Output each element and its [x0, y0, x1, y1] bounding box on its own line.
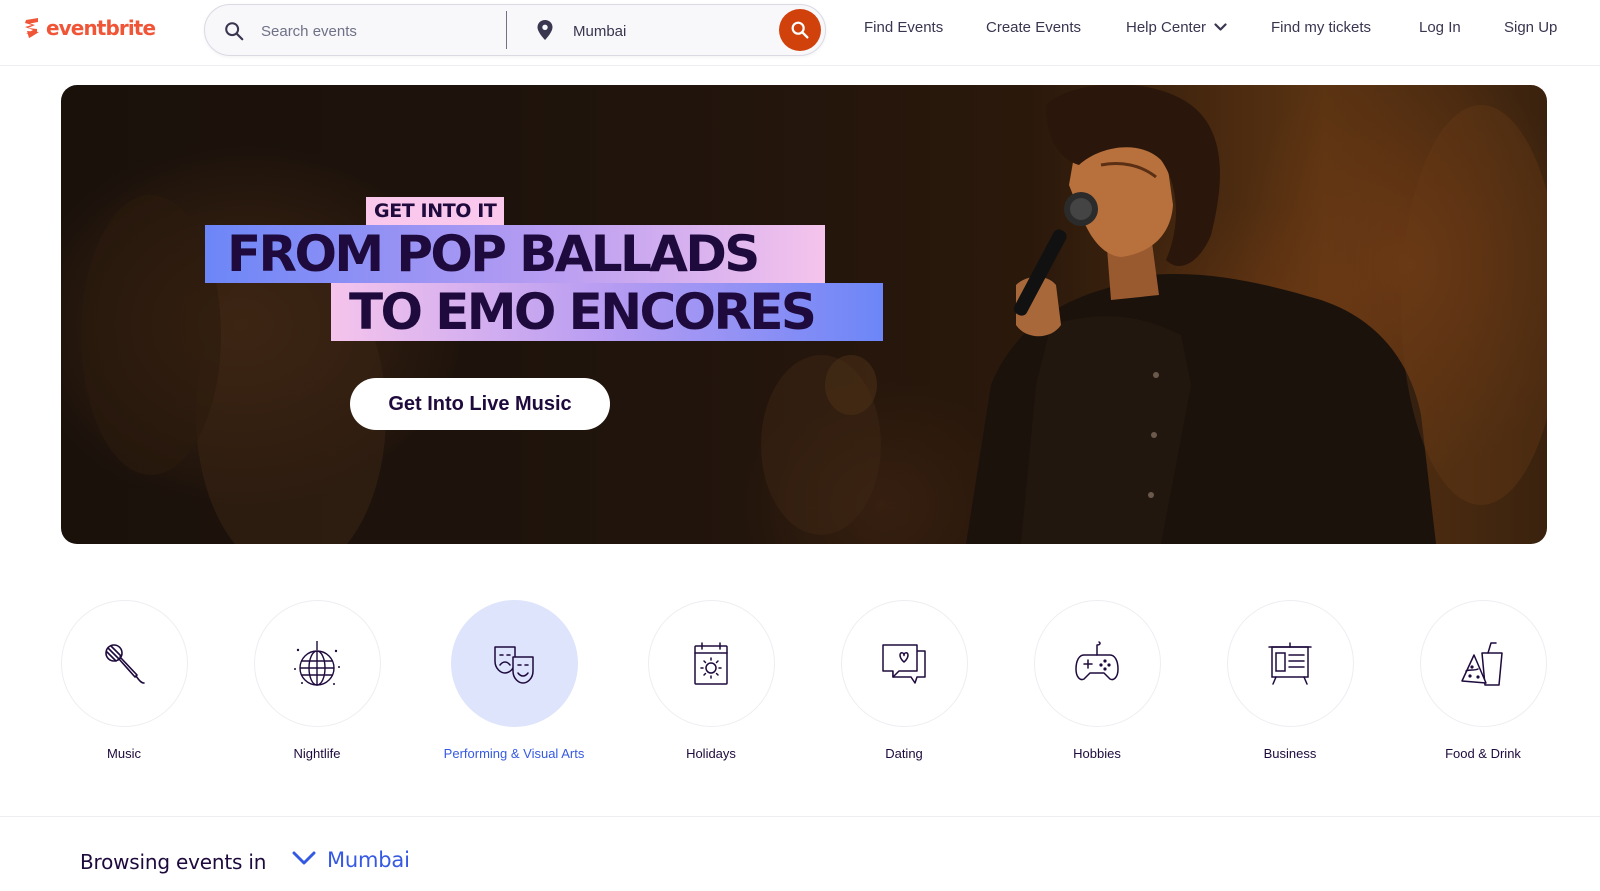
- category-label: Performing & Visual Arts: [443, 746, 585, 761]
- hero-headline-line-1: FROM POP BALLADS: [205, 225, 825, 283]
- category-circle: [1419, 600, 1547, 727]
- category-nightlife[interactable]: Nightlife: [232, 600, 402, 763]
- food-drink-icon: [1461, 641, 1503, 686]
- nav-help-center[interactable]: Help Center: [1126, 19, 1227, 36]
- site-header: eventbrite Find Events Create Events Hel…: [0, 0, 1600, 66]
- category-holidays[interactable]: Holidays: [626, 600, 796, 763]
- category-label: Holidays: [686, 746, 736, 761]
- nav-find-events[interactable]: Find Events: [864, 19, 943, 36]
- presentation-board-icon: [1268, 641, 1312, 685]
- logo-text: eventbrite: [46, 16, 156, 40]
- search-events-input[interactable]: [261, 19, 491, 43]
- theater-masks-icon: [494, 645, 534, 684]
- category-circle: [647, 600, 775, 727]
- chevron-down-icon: [1214, 23, 1227, 31]
- category-label: Nightlife: [293, 746, 341, 761]
- category-dating[interactable]: Dating: [819, 600, 989, 763]
- category-label: Dating: [885, 746, 923, 761]
- browsing-location-text: Mumbai: [327, 848, 410, 872]
- nav-find-my-tickets[interactable]: Find my tickets: [1271, 19, 1371, 36]
- location-pin-icon: [537, 20, 553, 40]
- category-label: Business: [1263, 746, 1317, 761]
- category-circle: [60, 600, 188, 727]
- category-label: Food & Drink: [1445, 746, 1521, 761]
- hero-tag: GET INTO IT: [366, 197, 505, 225]
- chat-heart-icon: [882, 643, 926, 684]
- category-label: Hobbies: [1073, 746, 1121, 761]
- eventbrite-logo-icon: [25, 18, 39, 38]
- chevron-down-icon: [292, 851, 316, 865]
- gamepad-icon: [1075, 640, 1119, 680]
- category-circle: [450, 600, 578, 727]
- category-hobbies[interactable]: Hobbies: [1012, 600, 1182, 763]
- search-submit-button[interactable]: [779, 9, 821, 51]
- nav-log-in[interactable]: Log In: [1419, 19, 1461, 36]
- browsing-label: Browsing events in: [80, 850, 267, 874]
- hero-headline-line-2: TO EMO ENCORES: [331, 283, 883, 341]
- location-input[interactable]: [573, 19, 763, 43]
- search-divider: [506, 11, 507, 49]
- eventbrite-logo[interactable]: eventbrite: [23, 16, 156, 40]
- category-label: Music: [107, 746, 141, 761]
- search-bar: [204, 4, 826, 56]
- disco-ball-icon: [294, 640, 340, 686]
- nav-help-center-label: Help Center: [1126, 19, 1207, 36]
- category-food-drink[interactable]: Food & Drink: [1398, 600, 1568, 763]
- category-business[interactable]: Business: [1205, 600, 1375, 763]
- category-circle: [1033, 600, 1161, 727]
- category-performing-visual-arts[interactable]: Performing & Visual Arts: [429, 600, 599, 763]
- search-icon: [225, 22, 244, 41]
- category-circle: [253, 600, 381, 727]
- microphone-icon: [105, 643, 145, 684]
- get-into-live-music-button[interactable]: Get Into Live Music: [350, 378, 610, 430]
- browsing-location-dropdown[interactable]: Mumbai: [292, 848, 410, 872]
- category-circle: [1226, 600, 1354, 727]
- section-divider: [0, 816, 1600, 817]
- calendar-sun-icon: [694, 641, 728, 685]
- category-music[interactable]: Music: [39, 600, 209, 763]
- category-circle: [840, 600, 968, 727]
- hero-banner[interactable]: GET INTO IT FROM POP BALLADS TO EMO ENCO…: [61, 85, 1547, 544]
- nav-create-events[interactable]: Create Events: [986, 19, 1081, 36]
- search-icon: [791, 21, 809, 39]
- nav-sign-up[interactable]: Sign Up: [1504, 19, 1557, 36]
